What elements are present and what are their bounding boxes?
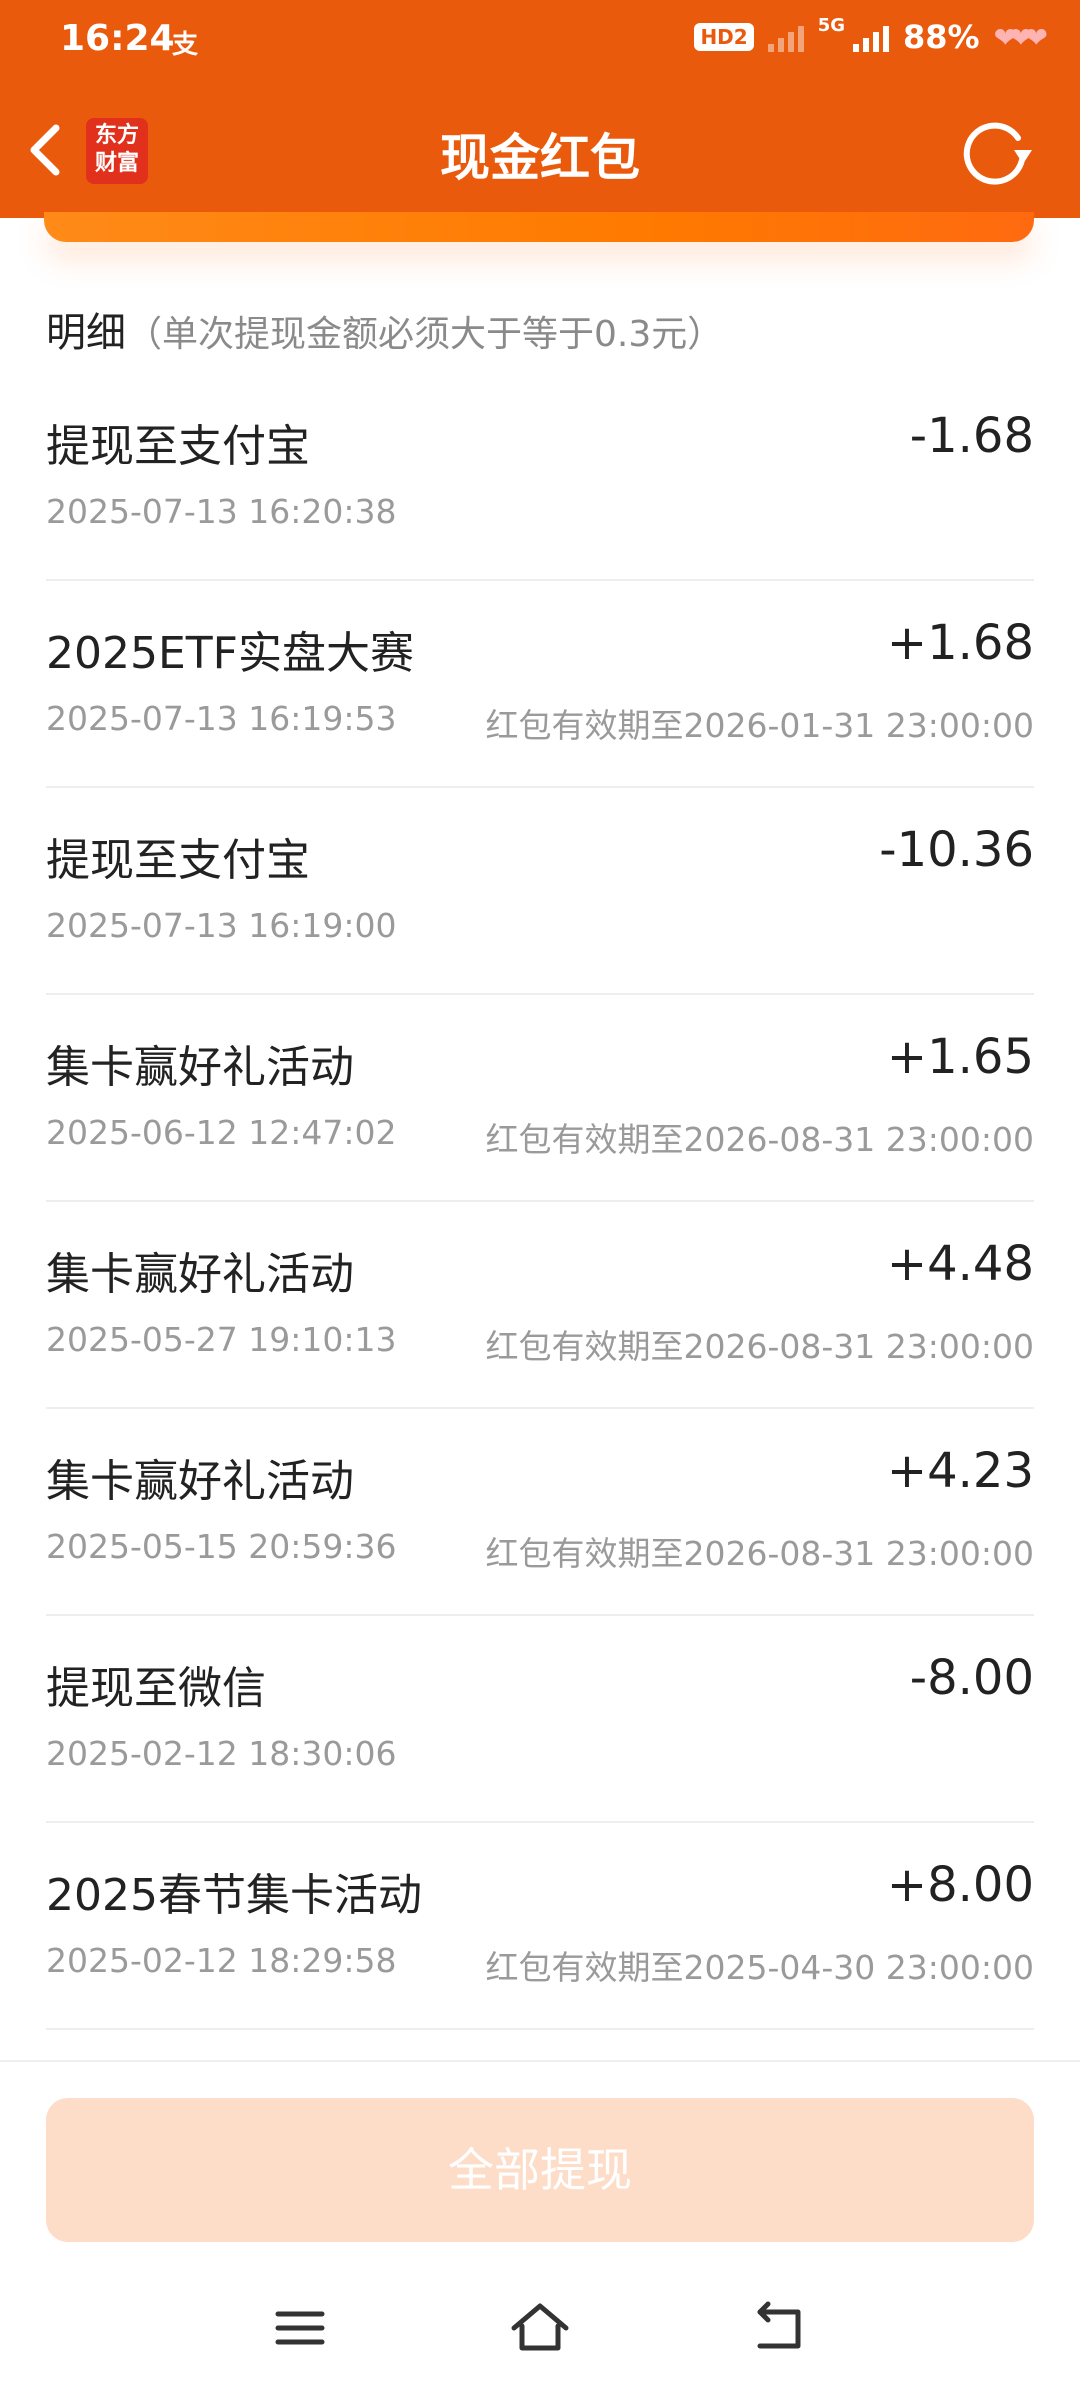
status-indicators: HD2 5G 88% ❤❤❤ [694, 14, 1048, 56]
page-title: 现金红包 [440, 129, 640, 187]
transaction-date: 2025-06-12 12:47:02 [46, 1113, 397, 1152]
alipay-notification-icon: 支 [172, 30, 199, 60]
transaction-amount: +1.68 [886, 615, 1034, 671]
app-header-background: 16:24 支 HD2 5G 88% ❤❤❤ 东方 财富 现金红包 [0, 0, 1080, 218]
hd-voice-badge: HD2 [694, 23, 754, 51]
transaction-name: 集卡赢好礼活动 [46, 1042, 354, 1093]
transaction-row: 2025ETF实盘大赛 2025-07-13 16:19:53 +1.68 红包… [46, 581, 1034, 788]
transaction-amount: +1.65 [886, 1029, 1034, 1085]
transaction-list: 提现至支付宝 2025-07-13 16:20:38 -1.68 2025ETF… [46, 374, 1034, 2030]
status-bar: 16:24 支 HD2 5G 88% ❤❤❤ [0, 0, 1080, 84]
transaction-amount: +4.23 [886, 1443, 1034, 1499]
transaction-amount: -8.00 [909, 1650, 1034, 1706]
hearts-battery-icon: ❤❤❤ [993, 20, 1048, 54]
transaction-amount: +4.48 [886, 1236, 1034, 1292]
transaction-date: 2025-07-13 16:19:53 [46, 699, 397, 738]
bottom-bar: 全部提现 [0, 2060, 1080, 2400]
battery-percentage: 88% [903, 18, 980, 56]
transaction-expiry: 红包有效期至2026-01-31 23:00:00 [485, 706, 1034, 745]
transaction-name: 集卡赢好礼活动 [46, 1456, 354, 1507]
transaction-expiry: 红包有效期至2025-04-30 23:00:00 [485, 1948, 1034, 1987]
transaction-row: 集卡赢好礼活动 2025-06-12 12:47:02 +1.65 红包有效期至… [46, 995, 1034, 1202]
home-icon[interactable] [510, 2298, 570, 2358]
signal-icon-sim1 [853, 22, 890, 52]
details-title: 明细 [46, 310, 126, 356]
refresh-icon[interactable] [958, 116, 1034, 188]
transaction-expiry: 红包有效期至2026-08-31 23:00:00 [485, 1327, 1034, 1366]
transaction-date: 2025-07-13 16:20:38 [46, 492, 397, 531]
signal-icon-sim2 [767, 22, 804, 52]
details-section-title: 明细（单次提现金额必须大于等于0.3元） [46, 300, 723, 358]
transaction-row: 集卡赢好礼活动 2025-05-27 19:10:13 +4.48 红包有效期至… [46, 1202, 1034, 1409]
transaction-expiry: 红包有效期至2026-08-31 23:00:00 [485, 1120, 1034, 1159]
transaction-row: 提现至支付宝 2025-07-13 16:19:00 -10.36 [46, 788, 1034, 995]
transaction-date: 2025-05-15 20:59:36 [46, 1527, 397, 1566]
network-type-label: 5G [817, 14, 846, 36]
transaction-date: 2025-07-13 16:19:00 [46, 906, 397, 945]
withdraw-all-button[interactable]: 全部提现 [46, 2098, 1034, 2242]
transaction-row: 提现至支付宝 2025-07-13 16:20:38 -1.68 [46, 374, 1034, 581]
transaction-name: 集卡赢好礼活动 [46, 1249, 354, 1300]
transaction-row: 集卡赢好礼活动 2025-05-15 20:59:36 +4.23 红包有效期至… [46, 1409, 1034, 1616]
transaction-amount: -10.36 [879, 822, 1034, 878]
status-time: 16:24 [60, 18, 175, 59]
balance-card-edge [44, 212, 1034, 242]
transaction-name: 2025春节集卡活动 [46, 1870, 422, 1921]
withdraw-minimum-note: （单次提现金额必须大于等于0.3元） [126, 314, 724, 355]
transaction-name: 提现至支付宝 [46, 421, 310, 472]
title-bar: 东方 财富 现金红包 [0, 84, 1080, 218]
transaction-row: 提现至微信 2025-02-12 18:30:06 -8.00 [46, 1616, 1034, 1823]
transaction-date: 2025-02-12 18:30:06 [46, 1734, 397, 1773]
return-icon[interactable] [750, 2298, 810, 2358]
transaction-amount: -1.68 [909, 408, 1034, 464]
transaction-date: 2025-05-27 19:10:13 [46, 1320, 397, 1359]
transaction-name: 提现至支付宝 [46, 835, 310, 886]
transaction-row: 2025春节集卡活动 2025-02-12 18:29:58 +8.00 红包有… [46, 1823, 1034, 2030]
transaction-amount: +8.00 [886, 1857, 1034, 1913]
transaction-date: 2025-02-12 18:29:58 [46, 1941, 397, 1980]
system-navigation-bar [0, 2298, 1080, 2358]
transaction-name: 2025ETF实盘大赛 [46, 628, 414, 679]
transaction-name: 提现至微信 [46, 1663, 266, 1714]
transaction-expiry: 红包有效期至2026-08-31 23:00:00 [485, 1534, 1034, 1573]
menu-icon[interactable] [270, 2298, 330, 2358]
